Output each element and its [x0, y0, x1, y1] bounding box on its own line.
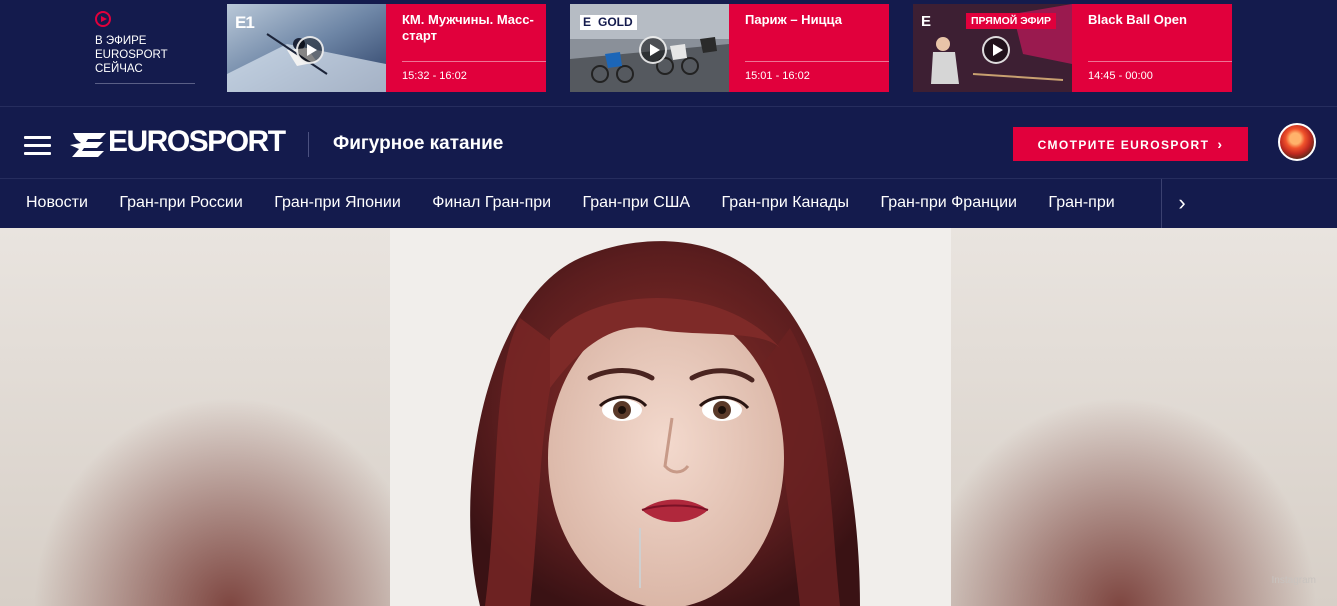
subnav-item-gp-france[interactable]: Гран-при Франции [880, 179, 1017, 227]
live-card-info[interactable]: Париж – Ницца 15:01 - 16:02 [729, 4, 889, 92]
live-strip: В ЭФИРЕ EUROSPORT СЕЙЧАС E1 КМ. Мужчины.… [0, 0, 1337, 106]
photo-credit: Instagram [1271, 575, 1316, 586]
play-icon[interactable] [639, 36, 667, 64]
channel-logo: E1 [235, 13, 255, 32]
live-badge: ПРЯМОЙ ЭФИР [966, 13, 1057, 29]
live-card-info[interactable]: КМ. Мужчины. Масс-старт 15:32 - 16:02 [386, 4, 546, 92]
channel-logo: E [921, 13, 931, 30]
logo-text: EUROSPORT [108, 125, 286, 158]
live-card-time: 14:45 - 00:00 [1088, 70, 1153, 82]
play-circle-icon [95, 11, 111, 27]
watch-button-label: СМОТРИТЕ EUROSPORT [1037, 138, 1210, 152]
subnav-item-gp-final[interactable]: Финал Гран-при [432, 179, 551, 227]
live-card-thumbnail[interactable]: E ПРЯМОЙ ЭФИР [913, 4, 1072, 92]
channel-gold-logo: GOLD [580, 15, 637, 30]
subnav-item-gp-more[interactable]: Гран-при [1048, 179, 1114, 227]
chevron-right-icon[interactable]: › [1162, 179, 1202, 229]
subnav-list: Новости Гран-при России Гран-при Японии … [26, 179, 1160, 229]
divider [402, 61, 546, 62]
subnav-item-gp-canada[interactable]: Гран-при Канады [722, 179, 849, 227]
live-card-time: 15:01 - 16:02 [745, 70, 810, 82]
live-now-label: В ЭФИРЕ EUROSPORT СЕЙЧАС [95, 35, 168, 75]
live-card-thumbnail[interactable]: GOLD [570, 4, 729, 92]
live-now-block[interactable]: В ЭФИРЕ EUROSPORT СЕЙЧАС [95, 11, 195, 84]
live-card-title: Париж – Ницца [745, 12, 842, 27]
header-divider [308, 132, 309, 157]
hero-image: Instagram [0, 228, 1337, 606]
live-card-thumbnail[interactable]: E1 [227, 4, 386, 92]
site-header: EUROSPORT Фигурное катание СМОТРИТЕ EURO… [0, 106, 1337, 178]
divider [745, 61, 889, 62]
sub-navigation: Новости Гран-при России Гран-при Японии … [0, 178, 1337, 229]
watch-eurosport-button[interactable]: СМОТРИТЕ EUROSPORT › [1013, 127, 1248, 161]
live-card-title: Black Ball Open [1088, 12, 1187, 27]
subnav-item-gp-usa[interactable]: Гран-при США [583, 179, 691, 227]
live-card[interactable]: E ПРЯМОЙ ЭФИР Black Ball Open 14:45 - 00… [913, 4, 1337, 92]
menu-icon[interactable] [24, 136, 51, 155]
play-icon[interactable] [982, 36, 1010, 64]
avatar[interactable] [1278, 123, 1316, 161]
portrait-image [390, 228, 951, 606]
subnav-item-gp-japan[interactable]: Гран-при Японии [274, 179, 401, 227]
live-card-info[interactable]: Black Ball Open 14:45 - 00:00 [1072, 4, 1232, 92]
subnav-item-gp-russia[interactable]: Гран-при России [119, 179, 242, 227]
live-card-title: КМ. Мужчины. Масс-старт [402, 12, 534, 43]
chevron-right-icon: › [1217, 136, 1224, 152]
subnav-item-news[interactable]: Новости [26, 179, 88, 227]
live-card-time: 15:32 - 16:02 [402, 70, 467, 82]
divider [1088, 61, 1232, 62]
hero-portrait-photo [390, 228, 951, 606]
star-logo-icon [70, 133, 106, 157]
page-title: Фигурное катание [333, 133, 504, 154]
play-icon[interactable] [296, 36, 324, 64]
